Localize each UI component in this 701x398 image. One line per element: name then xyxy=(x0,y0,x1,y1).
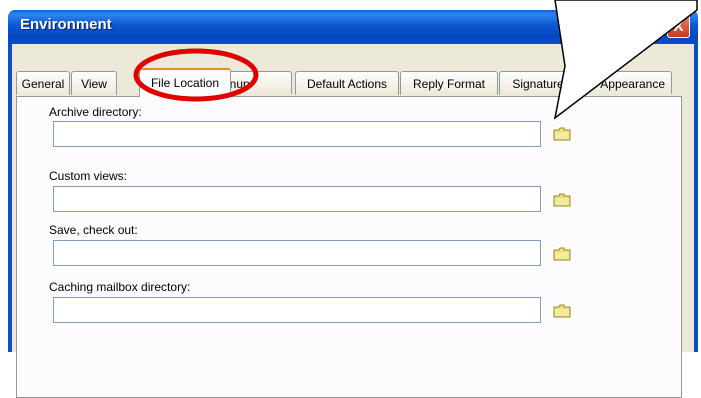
environment-dialog: Environment ? X General View Cleanup Def… xyxy=(8,10,698,398)
folder-icon[interactable] xyxy=(553,193,571,207)
tab-reply-format[interactable]: Reply Format xyxy=(400,71,498,95)
caching-mailbox-directory-field[interactable] xyxy=(53,297,541,323)
dialog-client-area: General View Cleanup Default Actions Rep… xyxy=(12,44,694,398)
title-bar[interactable]: Environment ? X xyxy=(8,10,698,44)
custom-views-field[interactable] xyxy=(53,186,541,212)
custom-views-label: Custom views: xyxy=(49,169,128,183)
tab-default-actions[interactable]: Default Actions xyxy=(295,71,399,95)
archive-directory-label: Archive directory: xyxy=(49,105,142,119)
help-button[interactable]: ? xyxy=(641,15,664,38)
tab-general[interactable]: General xyxy=(16,71,70,95)
archive-directory-field[interactable] xyxy=(53,121,541,147)
tab-view[interactable]: View xyxy=(71,71,117,95)
caching-mailbox-directory-label: Caching mailbox directory: xyxy=(49,280,191,294)
close-button[interactable]: X xyxy=(667,15,690,38)
folder-icon[interactable] xyxy=(553,304,571,318)
save-check-out-label: Save, check out: xyxy=(49,223,138,237)
folder-icon[interactable] xyxy=(553,247,571,261)
save-check-out-field[interactable] xyxy=(53,240,541,266)
window-frame: General View Cleanup Default Actions Rep… xyxy=(8,44,698,398)
tab-file-location[interactable]: File Location xyxy=(139,68,231,97)
file-location-panel: Archive directory: Custom views: Save, c… xyxy=(16,96,682,398)
tab-appearance[interactable]: Appearance xyxy=(578,71,672,94)
folder-icon[interactable] xyxy=(553,127,571,141)
tab-signature[interactable]: Signature xyxy=(499,71,577,95)
window-title: Environment xyxy=(20,16,112,33)
